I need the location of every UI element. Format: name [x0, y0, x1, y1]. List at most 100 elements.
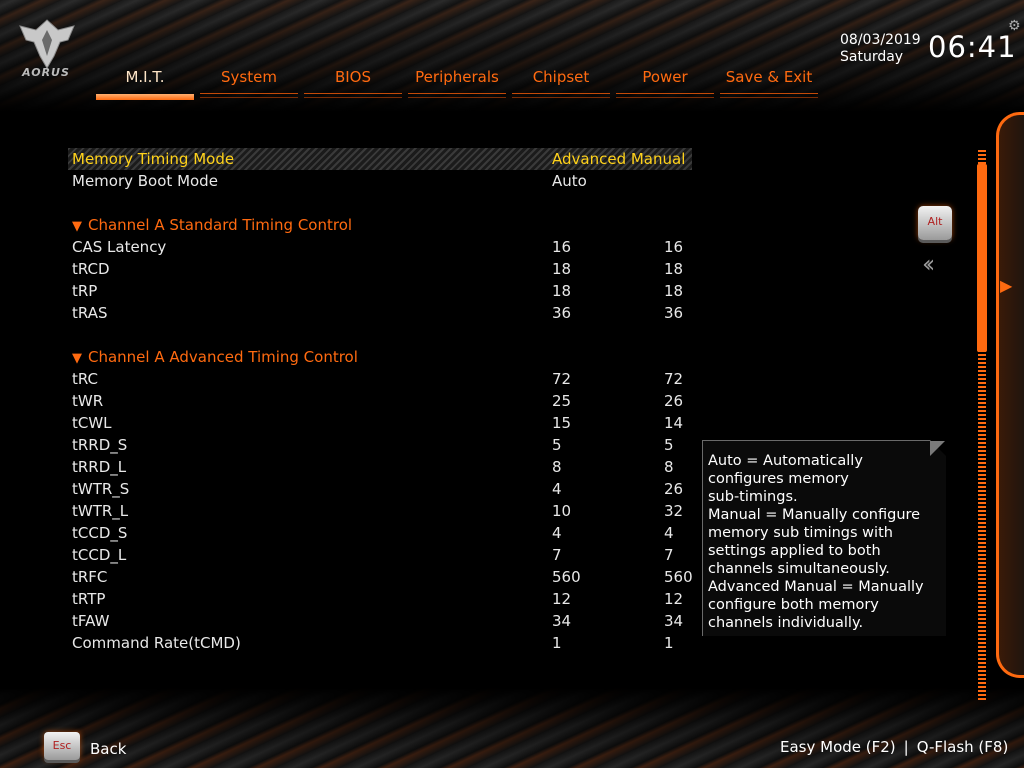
channel-value-1: 18 [552, 282, 572, 300]
timing-label: tRAS [72, 304, 108, 322]
setting-label: Memory Boot Mode [72, 172, 218, 190]
tab-peripherals[interactable]: Peripherals [408, 64, 506, 100]
channel-value-1: 560 [552, 568, 581, 586]
channel-value-2: 12 [664, 590, 684, 608]
timing-label: tWTR_L [72, 502, 129, 520]
timing-row[interactable]: tRCD 18 18 [72, 258, 712, 280]
channel-value-2: 26 [664, 392, 684, 410]
footer-separator: | [903, 738, 909, 756]
channel-value-1: 72 [552, 370, 572, 388]
timing-label: tWTR_S [72, 480, 130, 498]
date-display: 08/03/2019 Saturday [840, 32, 921, 66]
timing-label: tRRD_L [72, 458, 127, 476]
timing-label: tCCD_S [72, 524, 128, 542]
tab-system[interactable]: System [200, 64, 298, 100]
timing-row[interactable]: tRP 18 18 [72, 280, 712, 302]
easy-mode-button[interactable]: Easy Mode (F2) [780, 738, 896, 756]
tab-save-exit[interactable]: Save & Exit [720, 64, 818, 100]
timing-row[interactable]: tWTR_L 10 32 [72, 500, 712, 522]
channel-value-1: 25 [552, 392, 572, 410]
channel-value-1: 10 [552, 502, 572, 520]
tab-power[interactable]: Power [616, 64, 714, 100]
timing-label: tRCD [72, 260, 110, 278]
collapse-triangle-icon: ▼ [72, 219, 82, 234]
timing-label: tFAW [72, 612, 110, 630]
help-text: Auto = Automatically configures memory s… [708, 453, 924, 631]
timing-label: tRRD_S [72, 436, 128, 454]
side-panel-arrow-icon[interactable]: ▶ [1000, 276, 1012, 295]
channel-value-2: 16 [664, 238, 684, 256]
channel-value-2: 72 [664, 370, 684, 388]
channel-value-1: 12 [552, 590, 572, 608]
channel-value-2: 26 [664, 480, 684, 498]
timing-row[interactable]: Command Rate(tCMD) 1 1 [72, 632, 712, 654]
timing-label: tCWL [72, 414, 112, 432]
timing-label: tRC [72, 370, 99, 388]
weekday-text: Saturday [840, 49, 904, 65]
channel-value-1: 7 [552, 546, 562, 564]
alt-key-button[interactable]: Alt [918, 206, 952, 240]
channel-value-2: 18 [664, 260, 684, 278]
timing-label: tCCD_L [72, 546, 127, 564]
tab-mit[interactable]: M.I.T. [96, 64, 194, 100]
footer-shortcuts: Easy Mode (F2) | Q-Flash (F8) [780, 738, 1008, 756]
double-chevron-left-icon[interactable]: ‹‹ [922, 250, 935, 278]
gear-icon[interactable]: ⚙ [1008, 18, 1021, 34]
section-title: Channel A Advanced Timing Control [88, 348, 358, 366]
section-title: Channel A Standard Timing Control [88, 216, 353, 234]
timing-row[interactable]: tRFC 560 560 [72, 566, 712, 588]
qflash-button[interactable]: Q-Flash (F8) [917, 738, 1009, 756]
timing-row[interactable]: tRC 72 72 [72, 368, 712, 390]
tab-bios[interactable]: BIOS [304, 64, 402, 100]
timing-label: tWR [72, 392, 104, 410]
timing-row[interactable]: tRTP 12 12 [72, 588, 712, 610]
channel-value-2: 7 [664, 546, 674, 564]
channel-value-1: 16 [552, 238, 572, 256]
channel-value-2: 32 [664, 502, 684, 520]
channel-value-2: 4 [664, 524, 674, 542]
channel-value-1: 15 [552, 414, 572, 432]
setting-value: Advanced Manual [552, 150, 686, 168]
setting-value: Auto [552, 172, 587, 190]
side-panel-tab[interactable] [996, 112, 1024, 678]
timing-row[interactable]: tRRD_L 8 8 [72, 456, 712, 478]
tab-chipset[interactable]: Chipset [512, 64, 610, 100]
scroll-thumb[interactable] [977, 164, 987, 352]
channel-value-2: 36 [664, 304, 684, 322]
setting-memory-timing-mode[interactable]: Memory Timing Mode Advanced Manual [68, 148, 692, 170]
timing-label: Command Rate(tCMD) [72, 634, 241, 652]
timing-row[interactable]: tCCD_L 7 7 [72, 544, 712, 566]
timing-row[interactable]: tCCD_S 4 4 [72, 522, 712, 544]
section-advanced-timing[interactable]: ▼ Channel A Advanced Timing Control [72, 346, 358, 368]
logo-wordmark: AORUS [22, 66, 70, 79]
scrollbar[interactable] [975, 150, 989, 700]
channel-value-2: 1 [664, 634, 674, 652]
channel-value-1: 36 [552, 304, 572, 322]
timing-label: tRP [72, 282, 98, 300]
timing-row[interactable]: CAS Latency 16 16 [72, 236, 712, 258]
timing-row[interactable]: tWR 25 26 [72, 390, 712, 412]
section-standard-timing[interactable]: ▼ Channel A Standard Timing Control [72, 214, 352, 236]
channel-value-1: 18 [552, 260, 572, 278]
date-text: 08/03/2019 [840, 32, 921, 48]
channel-value-2: 18 [664, 282, 684, 300]
channel-value-2: 5 [664, 436, 674, 454]
channel-value-1: 34 [552, 612, 572, 630]
timing-row[interactable]: tWTR_S 4 26 [72, 478, 712, 500]
setting-label: Memory Timing Mode [72, 150, 235, 168]
footer-background [0, 688, 1024, 768]
esc-key-button[interactable]: Esc [44, 732, 80, 760]
timing-label: CAS Latency [72, 238, 167, 256]
timing-row[interactable]: tRRD_S 5 5 [72, 434, 712, 456]
channel-value-1: 8 [552, 458, 562, 476]
timing-label: tRTP [72, 590, 106, 608]
channel-value-2: 560 [664, 568, 693, 586]
setting-memory-boot-mode[interactable]: Memory Boot Mode Auto [72, 170, 712, 192]
timing-label: tRFC [72, 568, 108, 586]
timing-row[interactable]: tFAW 34 34 [72, 610, 712, 632]
collapse-triangle-icon: ▼ [72, 351, 82, 366]
timing-row[interactable]: tCWL 15 14 [72, 412, 712, 434]
channel-value-1: 4 [552, 524, 562, 542]
timing-row[interactable]: tRAS 36 36 [72, 302, 712, 324]
back-button[interactable]: Back [90, 740, 126, 758]
